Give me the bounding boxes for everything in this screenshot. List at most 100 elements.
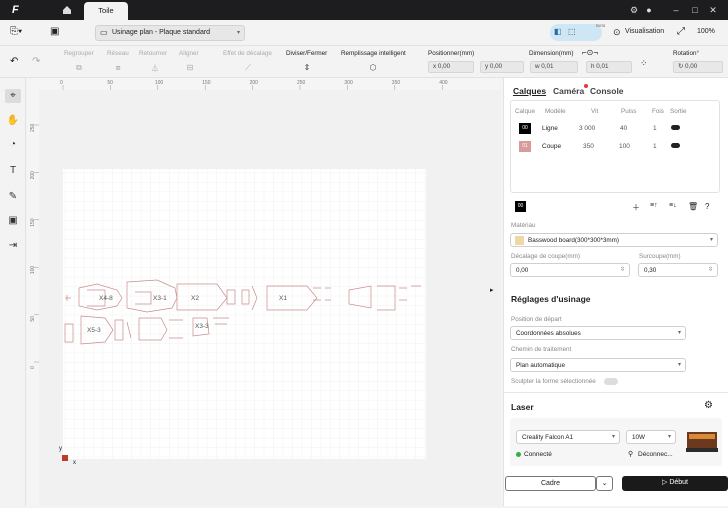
redo-icon[interactable]: ↷ — [32, 56, 40, 67]
pen-tool-icon[interactable]: ✎ — [5, 190, 21, 204]
tab-canvas[interactable]: Toile — [84, 2, 128, 20]
kerf-offset-input[interactable]: 0,00 ⇳ — [510, 263, 630, 277]
dimension-label: Dimension(mm) — [529, 50, 574, 57]
anchor-grid-icon[interactable]: ⁘ — [640, 58, 648, 69]
import-tool-icon[interactable]: ⇥ — [5, 239, 21, 253]
right-panel: Calques Caméra Console Calque Modèle Vit… — [503, 78, 728, 506]
start-job-button[interactable]: ▷ Début — [622, 476, 728, 491]
start-position-select[interactable]: Coordonnées absolues ▾ — [510, 326, 686, 340]
laser-title: Laser — [511, 402, 534, 412]
undo-icon[interactable]: ↶ — [10, 56, 18, 67]
offset-effect-button[interactable]: Effet de décalage — [223, 50, 272, 57]
processing-path-select[interactable]: Plan automatique ▾ — [510, 358, 686, 372]
select-tool-icon[interactable]: ⌖ — [5, 89, 21, 103]
rotation-label: Rotation° — [673, 50, 699, 57]
chevron-down-icon: ▾ — [611, 434, 615, 440]
ruler-tick-label: 250 — [297, 80, 306, 86]
frame-options-button[interactable]: ⌄ — [596, 476, 613, 491]
close-icon[interactable]: ✕ — [707, 4, 719, 16]
layer-output-toggle[interactable] — [671, 125, 680, 130]
chevron-down-icon: ▾ — [677, 330, 681, 336]
ruler-tick-label: 50 — [30, 316, 36, 322]
chevron-down-icon: ▾ — [709, 237, 713, 243]
y-position-input[interactable]: y 0,00 — [480, 61, 524, 73]
save-icon[interactable]: ▣ — [50, 26, 59, 37]
tab-layers[interactable]: Calques — [513, 86, 546, 96]
add-layer-icon[interactable]: ＋ — [632, 202, 640, 213]
delete-icon[interactable]: 🗑 — [688, 202, 698, 211]
tab-console[interactable]: Console — [590, 86, 624, 96]
height-input[interactable]: h 0,01 — [586, 61, 632, 73]
zoom-level: 100% — [697, 28, 715, 35]
chevron-down-icon: ▾ — [236, 30, 240, 36]
split-close-button[interactable]: Diviser/Fermer — [286, 50, 327, 57]
mode-select[interactable]: ▭ Usinage plan - Plaque standard ▾ — [95, 25, 245, 41]
layer-speed[interactable]: 350 — [583, 143, 594, 150]
ruler-tick-label: 200 — [30, 171, 36, 180]
ruler-tick-label: 100 — [30, 266, 36, 275]
help-icon[interactable]: ? — [705, 202, 709, 211]
tab-camera[interactable]: Caméra — [553, 86, 584, 96]
layer-row[interactable]: 00 Ligne 3 000 40 1 — [511, 121, 721, 138]
laser-power-select[interactable]: 10W ▾ — [626, 430, 676, 444]
lock-ratio-icon[interactable]: ⌐⊙¬ — [582, 48, 598, 57]
layer-output-toggle[interactable] — [671, 143, 680, 148]
canvas-area[interactable]: 0 50 100 150 200 250 300 350 400 250 200 150 100 50 0 — [27, 78, 500, 506]
layer-color-swatch[interactable]: 01 — [519, 141, 531, 152]
current-layer-swatch[interactable]: 00 — [515, 201, 526, 212]
move-down-icon[interactable]: ≡↓ — [669, 202, 677, 209]
layer-power[interactable]: 40 — [620, 125, 627, 132]
laser-settings-icon[interactable]: ⚙ — [704, 400, 713, 411]
origin-marker — [62, 455, 68, 461]
layer-passes[interactable]: 1 — [653, 125, 657, 132]
array-button[interactable]: Réseau — [107, 50, 129, 57]
layer-passes[interactable]: 1 — [653, 143, 657, 150]
layer-mode[interactable]: Ligne — [542, 125, 558, 132]
preview-mode-toggle[interactable]: ◧ ⬚ — [550, 24, 602, 41]
settings-icon[interactable]: ⚙ — [628, 4, 640, 16]
layer-power[interactable]: 100 — [619, 143, 630, 150]
collapse-panel-icon[interactable]: ▸ — [490, 286, 494, 294]
preview-button[interactable]: Visualisation — [625, 28, 664, 35]
position-label: Positionner(mm) — [428, 50, 475, 57]
x-position-input[interactable]: x 0,00 — [428, 61, 474, 73]
minimize-icon[interactable]: – — [670, 4, 682, 16]
app-logo: F — [12, 4, 19, 16]
overcut-input[interactable]: 0,30 ⇳ — [638, 263, 718, 277]
stepper-icon[interactable]: ⇳ — [708, 264, 713, 277]
text-tool-icon[interactable]: T — [5, 164, 21, 178]
stepper-icon[interactable]: ⇳ — [620, 264, 625, 277]
home-icon[interactable] — [58, 2, 76, 18]
frame-button[interactable]: Cadre — [505, 476, 596, 491]
align-icon: ⊟ — [186, 63, 194, 72]
align-button[interactable]: Aligner — [179, 50, 199, 57]
layer-color-swatch[interactable]: 00 — [519, 123, 531, 134]
group-button[interactable]: Regrouper — [64, 50, 94, 57]
2d-icon: ◧ — [554, 27, 562, 36]
disconnect-button[interactable]: Déconnec... — [638, 451, 673, 458]
part-label: X2 — [191, 295, 199, 302]
device-select[interactable]: Creality Falcon A1 ▾ — [516, 430, 620, 444]
width-input[interactable]: w 0,01 — [530, 61, 578, 73]
flip-button[interactable]: Retourner — [139, 50, 167, 57]
x-axis-label: x — [73, 460, 76, 466]
part-label: X3-1 — [153, 295, 167, 302]
hand-tool-icon[interactable]: ✋ — [5, 114, 21, 128]
preview-icon[interactable]: ⊙ — [613, 27, 621, 38]
maximize-icon[interactable]: □ — [689, 4, 701, 16]
fit-icon[interactable]: ⤢ — [677, 26, 685, 37]
material-select[interactable]: Basswood board(300*300*3mm) ▾ — [510, 233, 718, 247]
layer-mode[interactable]: Coupe — [542, 143, 561, 150]
sculpt-selected-toggle[interactable] — [604, 378, 618, 385]
smart-fill-button[interactable]: Remplissage intelligent — [341, 50, 406, 57]
material-swatch — [515, 236, 524, 245]
account-icon[interactable]: ● — [643, 4, 655, 16]
move-up-icon[interactable]: ≡↑ — [650, 202, 658, 209]
shape-tool-icon[interactable]: ◔ — [5, 138, 21, 152]
layer-speed[interactable]: 3 000 — [579, 125, 595, 132]
rotation-input[interactable]: ↻ 0,00 — [673, 61, 723, 73]
image-tool-icon[interactable]: ▣ — [5, 214, 21, 228]
file-menu-icon[interactable]: ⎘▾ — [10, 26, 22, 37]
layer-row[interactable]: 01 Coupe 350 100 1 — [511, 139, 721, 156]
layers-table: Calque Modèle Vit Puiss Fois Sortie 00 L… — [510, 100, 720, 193]
